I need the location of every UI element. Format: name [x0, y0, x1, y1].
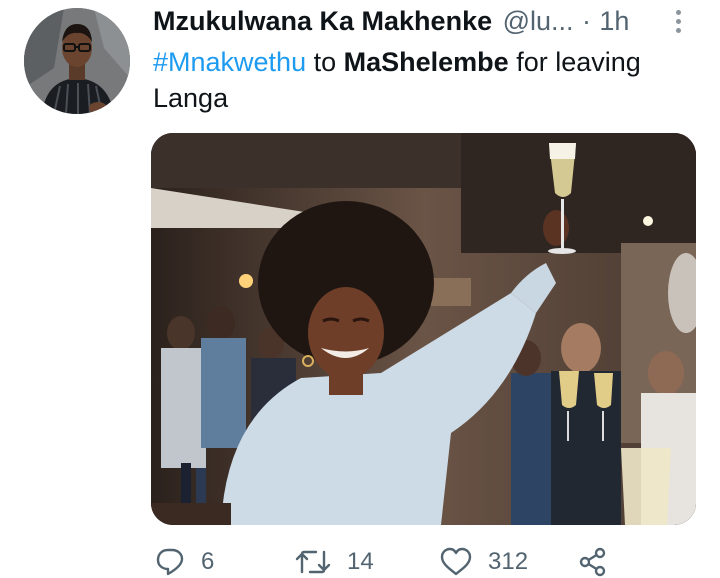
separator-dot: ·	[581, 6, 591, 36]
share-icon	[579, 547, 606, 577]
display-name[interactable]: Mzukulwana Ka Makhenke	[153, 6, 492, 36]
tweet[interactable]: Mzukulwana Ka Makhenke @lu... · 1h #Mnak…	[0, 0, 720, 578]
tweet-photo[interactable]	[151, 133, 696, 525]
retweet-button[interactable]: 14	[295, 546, 374, 578]
tweet-header: Mzukulwana Ka Makhenke @lu... · 1h	[153, 6, 693, 42]
reply-button[interactable]: 6	[155, 546, 214, 578]
timestamp[interactable]: 1h	[599, 6, 629, 36]
tweet-text-part1: to	[306, 47, 344, 77]
reply-icon	[156, 548, 184, 576]
tweet-actions: 6 14 312	[153, 546, 698, 578]
like-button[interactable]: 312	[440, 546, 528, 578]
hashtag-link[interactable]: #Mnakwethu	[153, 47, 306, 77]
tweet-text-bold: MaShelembe	[343, 47, 509, 77]
more-options-icon[interactable]	[671, 10, 685, 36]
retweet-count: 14	[347, 548, 374, 575]
user-handle[interactable]: @lu...	[503, 6, 574, 36]
retweet-icon	[295, 550, 331, 574]
heart-icon	[440, 547, 472, 576]
share-button[interactable]	[578, 546, 608, 578]
tweet-text: #Mnakwethu to MaShelembe for leaving Lan…	[153, 44, 698, 116]
avatar[interactable]	[24, 8, 130, 114]
like-count: 312	[488, 548, 529, 575]
reply-count: 6	[201, 548, 215, 575]
